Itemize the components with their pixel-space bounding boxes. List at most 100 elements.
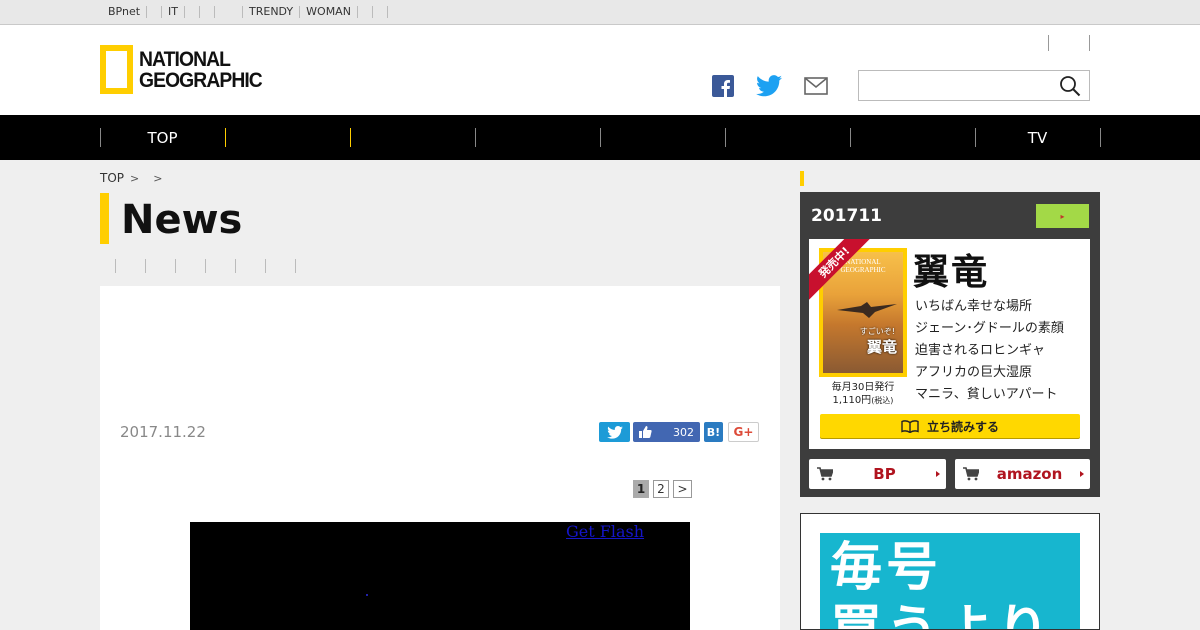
buy-bp-label: BP bbox=[873, 465, 896, 483]
share-buttons: 302 B! G+ bbox=[599, 422, 759, 442]
topbar-link[interactable] bbox=[185, 6, 201, 18]
chevron-right-icon: > bbox=[130, 171, 140, 185]
thumbs-up-icon bbox=[639, 426, 652, 438]
nav-item-top[interactable]: TOP bbox=[100, 115, 225, 160]
magazine-topic: マニラ、貧しいアパート bbox=[915, 387, 1058, 402]
nav-item[interactable] bbox=[475, 115, 600, 160]
breadcrumb-home[interactable]: TOP bbox=[100, 171, 124, 185]
top-utility-bar: BPnet IT TRENDY WOMAN bbox=[0, 0, 1200, 25]
preview-read-button[interactable]: 立ち読みする bbox=[820, 414, 1080, 438]
subscription-ad[interactable]: 毎号 買うより bbox=[800, 513, 1100, 630]
article-date: 2017.11.22 bbox=[120, 423, 206, 441]
hatena-bookmark-button[interactable]: B! bbox=[704, 422, 723, 442]
nav-item[interactable] bbox=[725, 115, 850, 160]
buy-amazon-button[interactable]: amazon bbox=[955, 459, 1090, 489]
topbar-link[interactable] bbox=[215, 6, 244, 18]
twitter-share-button[interactable] bbox=[599, 422, 630, 442]
page-1-button[interactable]: 1 bbox=[633, 480, 649, 498]
page-title: News bbox=[121, 197, 243, 243]
search-input[interactable] bbox=[859, 71, 1054, 100]
facebook-like-button[interactable]: 302 bbox=[633, 422, 700, 442]
topbar-link-woman[interactable]: WOMAN bbox=[300, 6, 358, 18]
magazine-topic: アフリカの巨大湿原 bbox=[915, 365, 1033, 380]
header-mini-link[interactable] bbox=[1089, 35, 1090, 51]
sub-category-tab[interactable] bbox=[175, 259, 205, 273]
nav-item[interactable] bbox=[850, 115, 975, 160]
logo-line-2: GEOGRAPHIC bbox=[139, 68, 263, 92]
article-panel: 2017.11.22 302 B! G+ 1 2 > Get Flash bbox=[100, 286, 780, 630]
ad-text-line-2: 買うより bbox=[830, 600, 1053, 630]
twitter-icon[interactable] bbox=[756, 75, 782, 97]
chevron-right-icon: > bbox=[153, 171, 163, 185]
topbar-link[interactable] bbox=[200, 6, 216, 18]
nav-item[interactable] bbox=[600, 115, 725, 160]
sub-category-tab[interactable] bbox=[295, 259, 325, 273]
sub-category-tab[interactable] bbox=[145, 259, 175, 273]
logo-text: NATIONAL GEOGRAPHIC bbox=[139, 47, 263, 92]
magazine-detail-button[interactable]: ▸ bbox=[1036, 204, 1089, 228]
cover-big-text: 翼竜 bbox=[866, 338, 897, 356]
magazine-topic: ジェーン･グドールの素顔 bbox=[915, 321, 1064, 336]
nav-divider bbox=[1100, 128, 1101, 147]
magazine-topics: いちばん幸せな場所 ジェーン･グドールの素顔 迫害されるロヒンギャ アフリカの巨… bbox=[915, 296, 1064, 406]
pterosaur-icon bbox=[837, 302, 897, 318]
sub-category-tab[interactable] bbox=[265, 259, 295, 273]
buy-amazon-label: amazon bbox=[996, 465, 1063, 483]
cart-icon bbox=[963, 467, 979, 481]
breadcrumb: TOP > > bbox=[100, 171, 170, 185]
network-links: BPnet IT TRENDY WOMAN bbox=[102, 0, 403, 24]
topbar-link[interactable] bbox=[373, 6, 388, 18]
sub-category-tabs bbox=[115, 259, 325, 273]
cart-icon bbox=[817, 467, 833, 481]
title-accent-bar bbox=[100, 193, 109, 244]
search-box bbox=[858, 70, 1090, 101]
nav-item-tv[interactable]: TV bbox=[975, 115, 1100, 160]
ad-text: 毎号 買うより bbox=[830, 537, 1053, 630]
topbar-link-it[interactable]: IT bbox=[162, 6, 186, 18]
logo-line-1: NATIONAL bbox=[139, 47, 231, 71]
get-flash-link[interactable]: Get Flash bbox=[566, 522, 644, 541]
video-player[interactable]: Get Flash bbox=[190, 522, 690, 630]
topbar-link[interactable] bbox=[388, 6, 403, 18]
main-nav: TOP TV bbox=[0, 115, 1200, 160]
magazine-price: 1,110円 bbox=[832, 395, 872, 406]
buy-bp-button[interactable]: BP bbox=[809, 459, 946, 489]
topbar-link-trendy[interactable]: TRENDY bbox=[243, 6, 301, 18]
google-plus-button[interactable]: G+ bbox=[728, 422, 759, 442]
mail-icon[interactable] bbox=[804, 77, 828, 95]
header-mini-links bbox=[1048, 35, 1090, 51]
magazine-headline: 翼竜 bbox=[913, 252, 990, 293]
next-page-button[interactable]: > bbox=[673, 480, 692, 498]
book-icon bbox=[901, 419, 919, 433]
nav-item[interactable] bbox=[225, 115, 350, 160]
topbar-link-bpnet[interactable]: BPnet bbox=[102, 6, 148, 18]
magazine-issue: 201711 bbox=[811, 206, 882, 226]
ad-text-line-1: 毎号 bbox=[830, 538, 943, 598]
magazine-topic: 迫害されるロヒンギャ bbox=[915, 343, 1046, 358]
social-links bbox=[712, 75, 850, 97]
site-header: NATIONAL GEOGRAPHIC bbox=[0, 25, 1200, 115]
nav-item[interactable] bbox=[350, 115, 475, 160]
sidebar-accent-marker bbox=[800, 171, 804, 186]
site-logo[interactable]: NATIONAL GEOGRAPHIC bbox=[100, 45, 273, 94]
magazine-frequency: 毎月30日発行 1,110円(税込) bbox=[819, 381, 907, 407]
facebook-icon[interactable] bbox=[712, 75, 734, 97]
topbar-link[interactable] bbox=[358, 6, 373, 18]
preview-label: 立ち読みする bbox=[926, 419, 999, 434]
logo-yellow-frame bbox=[100, 45, 133, 94]
header-mini-link[interactable] bbox=[1048, 35, 1089, 51]
sub-category-tab[interactable] bbox=[205, 259, 235, 273]
player-dot bbox=[366, 594, 368, 596]
pagination: 1 2 > bbox=[629, 480, 692, 498]
page-2-button[interactable]: 2 bbox=[653, 480, 669, 498]
publish-schedule: 毎月30日発行 bbox=[831, 382, 895, 393]
topbar-link[interactable] bbox=[147, 6, 163, 18]
magazine-box: 201711 ▸ NATIONAL GEOGRAPHIC すごいぞ! 翼竜 発売… bbox=[800, 192, 1100, 497]
magazine-card: NATIONAL GEOGRAPHIC すごいぞ! 翼竜 発売中! 翼竜 いちば… bbox=[809, 239, 1090, 449]
sub-category-tab[interactable] bbox=[115, 259, 145, 273]
sub-category-tab[interactable] bbox=[235, 259, 265, 273]
magazine-topic: いちばん幸せな場所 bbox=[915, 299, 1033, 314]
ad-banner: 毎号 買うより bbox=[820, 533, 1080, 630]
search-icon[interactable] bbox=[1059, 75, 1081, 97]
arrow-right-icon bbox=[1080, 471, 1084, 477]
